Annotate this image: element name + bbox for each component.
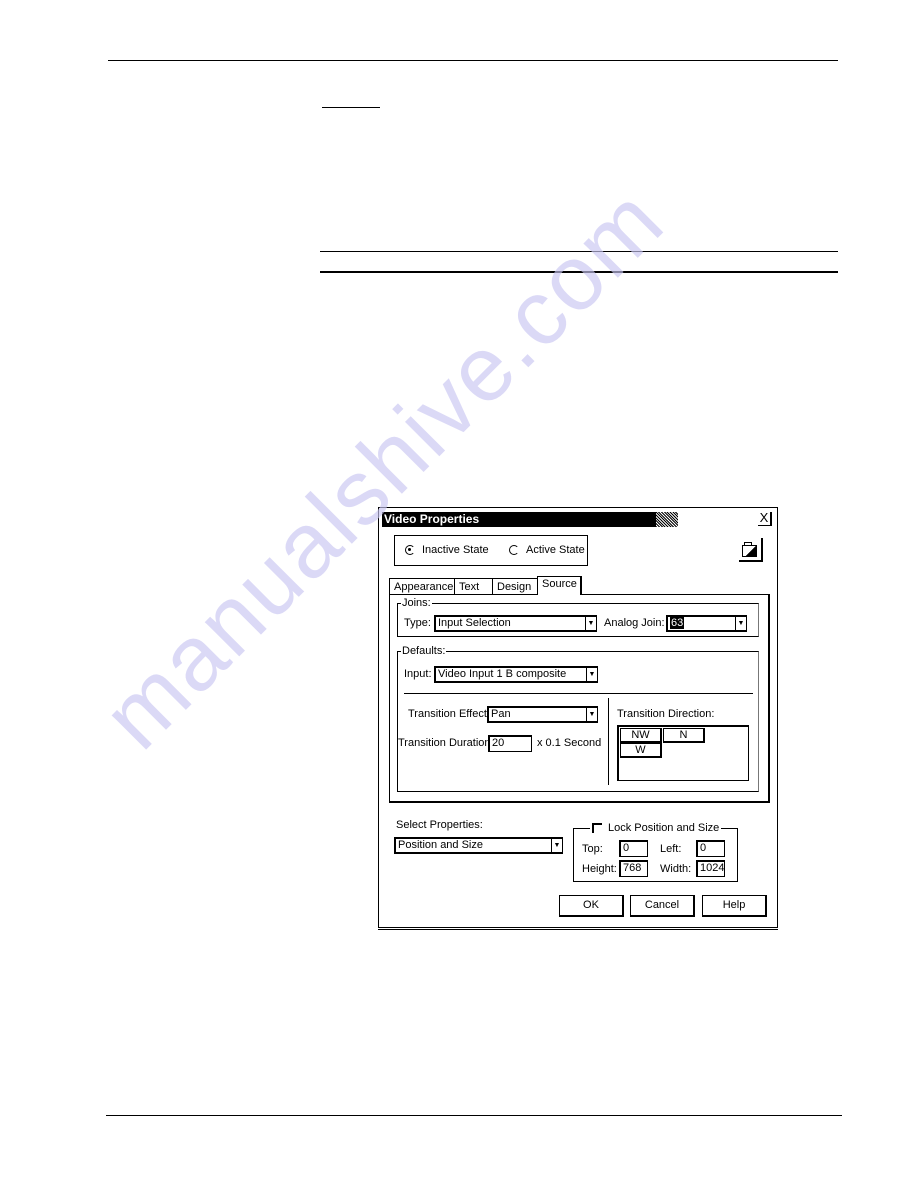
inactive-state-label: Inactive State (422, 544, 489, 556)
inactive-state-radio[interactable]: Inactive State (405, 544, 489, 556)
top-value: 0 (623, 842, 630, 854)
height-value: 768 (623, 862, 642, 874)
cancel-button[interactable]: Cancel (630, 895, 695, 917)
radio-unselected-icon (509, 545, 519, 555)
active-state-radio[interactable]: Active State (509, 544, 585, 556)
defaults-legend: Defaults: (402, 645, 446, 657)
footer-rule (106, 1115, 842, 1116)
close-button[interactable]: X (758, 510, 772, 526)
transition-effect-label: Transition Effect: (408, 708, 490, 720)
lock-position-legend: Lock Position and Size (590, 822, 721, 834)
analog-join-select[interactable]: 63 ▼ (666, 615, 747, 632)
left-input[interactable]: 0 (696, 840, 725, 857)
ok-button[interactable]: OK (559, 895, 624, 917)
transition-effect-value: Pan (491, 708, 511, 720)
width-label: Width: (660, 863, 692, 875)
height-label: Height: (582, 863, 617, 875)
lock-position-checkbox[interactable] (592, 823, 602, 833)
select-properties-select[interactable]: Position and Size ▼ (394, 837, 563, 854)
transition-duration-input[interactable]: 20 (488, 735, 532, 752)
type-label: Type: (404, 617, 431, 629)
radio-selected-icon (405, 545, 415, 555)
input-label: Input: (404, 668, 432, 680)
chevron-down-icon: ▼ (585, 617, 596, 630)
width-value: 1024 (700, 862, 725, 874)
transition-duration-unit: x 0.1 Second (537, 737, 602, 749)
top-label: Top: (582, 843, 603, 855)
transition-effect-select[interactable]: Pan ▼ (487, 706, 598, 723)
short-underline-rule (322, 107, 380, 108)
video-properties-dialog: Video Properties X Inactive State Active… (378, 507, 778, 928)
source-tab-panel: Joins: Type: Input Selection ▼ Analog Jo… (389, 594, 770, 803)
transition-direction-label: Transition Direction: (617, 708, 715, 720)
select-properties-value: Position and Size (398, 839, 483, 851)
direction-nw-button[interactable]: NW (620, 728, 662, 743)
tab-appearance[interactable]: Appearance (389, 578, 455, 595)
section-rule-thin (320, 251, 838, 252)
lock-position-label: Lock Position and Size (608, 822, 720, 834)
tab-design[interactable]: Design (492, 578, 538, 595)
section-rule-thick (320, 271, 838, 273)
tab-text[interactable]: Text (454, 578, 493, 595)
transition-duration-value: 20 (492, 737, 505, 749)
state-radio-group: Inactive State Active State (394, 535, 588, 566)
transition-divider (608, 698, 609, 785)
active-state-label: Active State (526, 544, 585, 556)
chevron-down-icon: ▼ (735, 617, 746, 630)
width-input[interactable]: 1024 (696, 860, 725, 877)
dialog-title: Video Properties (384, 512, 480, 526)
height-input[interactable]: 768 (619, 860, 648, 877)
header-rule (108, 60, 838, 61)
folder-icon (742, 542, 757, 557)
transition-direction-list: NW N W (617, 725, 749, 781)
defaults-divider (404, 693, 753, 694)
default-input-value: Video Input 1 B composite (438, 668, 567, 680)
transition-duration-label: Transition Duration: (398, 737, 494, 749)
chevron-down-icon: ▼ (586, 668, 597, 681)
default-input-select[interactable]: Video Input 1 B composite ▼ (434, 666, 598, 683)
analog-join-label: Analog Join: (604, 617, 665, 629)
chevron-down-icon: ▼ (586, 708, 597, 721)
title-bar-dither (656, 512, 678, 527)
tab-source[interactable]: Source (537, 576, 582, 595)
close-icon: X (759, 510, 769, 525)
help-button[interactable]: Help (702, 895, 767, 917)
direction-w-button[interactable]: W (620, 743, 662, 758)
left-label: Left: (660, 843, 682, 855)
joins-legend: Joins: (402, 597, 431, 609)
left-value: 0 (700, 842, 707, 854)
direction-n-button[interactable]: N (663, 728, 705, 743)
analog-join-value: 63 (670, 617, 685, 629)
dialog-bottom-edge (378, 929, 778, 930)
join-type-value: Input Selection (438, 617, 511, 629)
properties-tabs: Appearance Text Design Source (389, 576, 582, 595)
dialog-title-bar: Video Properties (382, 512, 678, 527)
join-type-select[interactable]: Input Selection ▼ (434, 615, 597, 632)
chevron-down-icon: ▼ (551, 839, 562, 852)
select-properties-label: Select Properties: (396, 819, 483, 831)
top-input[interactable]: 0 (619, 840, 648, 857)
open-folder-button[interactable] (739, 538, 763, 562)
